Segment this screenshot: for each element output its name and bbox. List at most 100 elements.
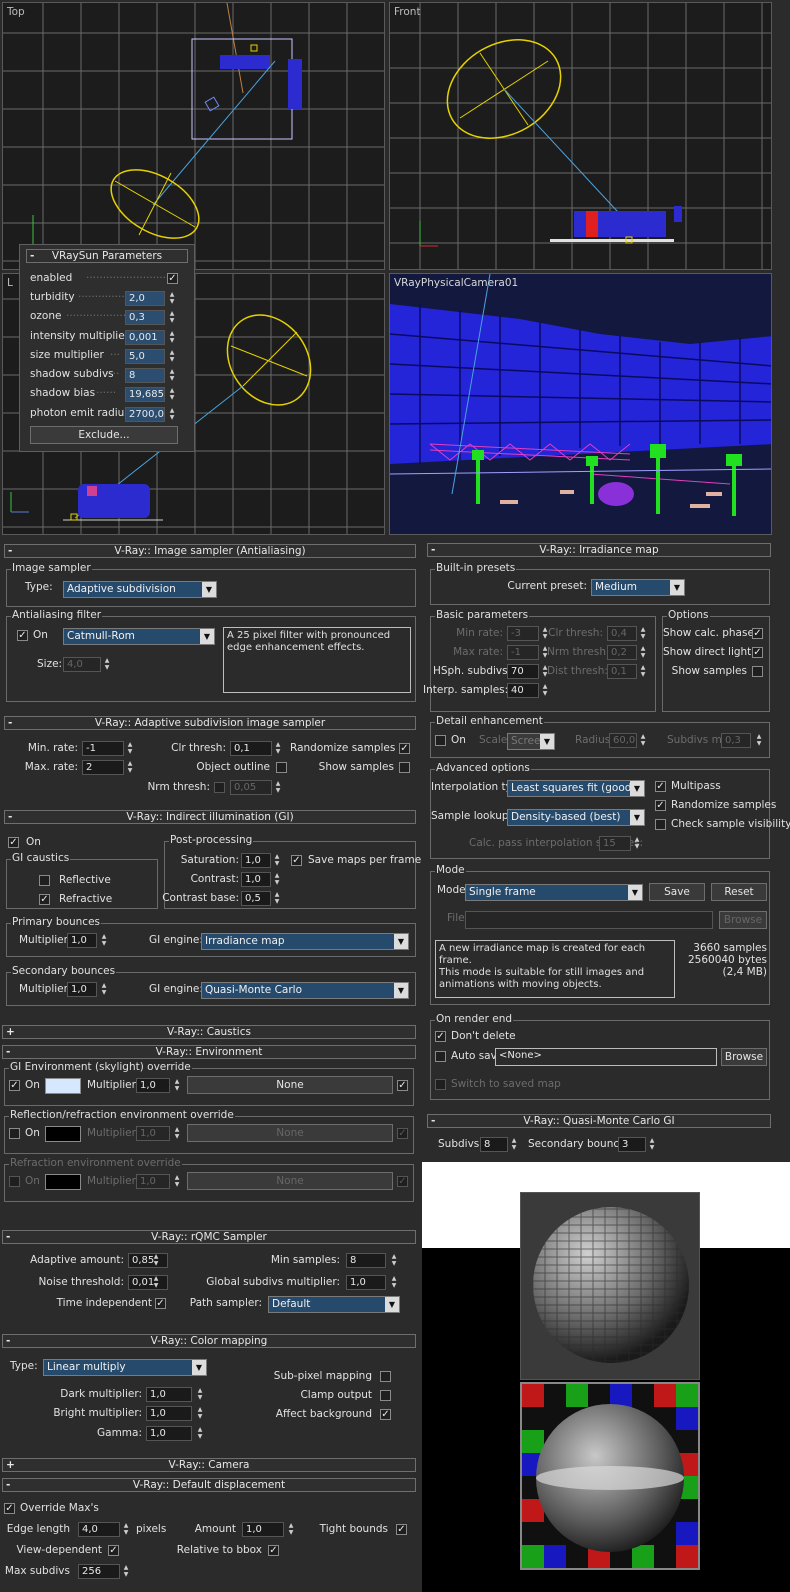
spinner-arrows-icon[interactable]: ▲ ▼ (173, 1174, 181, 1189)
spinner-arrows-icon[interactable]: ▲ ▼ (152, 1275, 160, 1290)
spinner-arrows-icon[interactable]: ▲ ▼ (100, 933, 108, 948)
reflective-checkbox[interactable] (39, 875, 50, 886)
intensity-multiplier-spinner[interactable]: 0,001 (125, 330, 165, 345)
nrm-thresh-checkbox[interactable] (214, 782, 225, 793)
primary-multiplier-spinner[interactable]: 1,0 (67, 933, 97, 948)
irr-randomize-checkbox[interactable]: ✓ (655, 800, 666, 811)
path-sampler-dropdown[interactable]: Default ▼ (268, 1296, 400, 1313)
show-calc-phase-checkbox[interactable]: ✓ (752, 628, 763, 639)
irradiance-map-header[interactable]: - V-Ray:: Irradiance map (427, 543, 771, 557)
override-max-checkbox[interactable]: ✓ (4, 1503, 15, 1514)
switch-saved-map-checkbox[interactable] (435, 1079, 446, 1090)
spinner-arrows-icon[interactable]: ▲ ▼ (755, 733, 763, 748)
spinner-arrows-icon[interactable]: ▲ ▼ (168, 330, 176, 345)
refr-env-map-checkbox[interactable]: ✓ (397, 1176, 408, 1187)
vraysun-header[interactable]: - VRaySun Parameters (26, 249, 188, 263)
refractive-checkbox[interactable]: ✓ (39, 894, 50, 905)
spinner-arrows-icon[interactable]: ▲ ▼ (100, 982, 108, 997)
max-rate-spinner[interactable]: -1 (507, 645, 539, 660)
adaptive-amount-spinner[interactable]: 0,85 (128, 1253, 168, 1268)
nrm-thresh-spinner[interactable]: 0,05 (230, 780, 272, 795)
exclude-button[interactable]: Exclude... (30, 426, 178, 444)
spinner-arrows-icon[interactable]: ▲ ▼ (196, 1406, 204, 1421)
color-mapping-type-dropdown[interactable]: Linear multiply ▼ (43, 1359, 207, 1376)
ozone-spinner[interactable]: 0,3 (125, 310, 165, 325)
primary-engine-dropdown[interactable]: Irradiance map ▼ (201, 933, 409, 950)
irr-dist-thresh-spinner[interactable]: 0,1 (607, 664, 637, 679)
spinner-arrows-icon[interactable]: ▲ ▼ (541, 683, 549, 698)
camera-header[interactable]: + V-Ray:: Camera (2, 1458, 416, 1472)
spinner-arrows-icon[interactable]: ▲ ▼ (168, 368, 176, 383)
auto-save-checkbox[interactable] (435, 1051, 446, 1062)
spinner-arrows-icon[interactable]: ▲ ▼ (168, 407, 176, 422)
gi-env-map-button[interactable]: None (187, 1076, 393, 1094)
irr-nrm-thresh-spinner[interactable]: 0,2 (607, 645, 637, 660)
reset-map-button[interactable]: Reset (711, 883, 767, 901)
detail-on-checkbox[interactable] (435, 735, 446, 746)
enabled-checkbox[interactable]: ✓ (167, 273, 178, 284)
detail-subdivs-mult-spinner[interactable]: 0,3 (721, 733, 751, 748)
refl-env-on-checkbox[interactable] (9, 1128, 20, 1139)
photon-emit-radius-spinner[interactable]: 2700,0 (125, 407, 165, 422)
save-map-button[interactable]: Save (649, 883, 705, 901)
aa-filter-on-checkbox[interactable]: ✓ (17, 630, 28, 641)
refl-env-color-swatch[interactable] (45, 1126, 81, 1142)
spinner-arrows-icon[interactable]: ▲ ▼ (274, 780, 282, 795)
viewport-camera[interactable]: VRayPhysicalCamera01 (389, 273, 772, 535)
contrast-base-spinner[interactable]: 0,5 (241, 891, 271, 906)
refr-env-map-button[interactable]: None (187, 1172, 393, 1190)
mode-dropdown[interactable]: Single frame ▼ (465, 884, 643, 901)
spinner-arrows-icon[interactable]: ▲ ▼ (633, 836, 641, 851)
global-subdivs-spinner[interactable]: 1,0 (346, 1275, 386, 1290)
affect-background-checkbox[interactable]: ✓ (380, 1409, 391, 1420)
contrast-spinner[interactable]: 1,0 (241, 872, 271, 887)
spinner-arrows-icon[interactable]: ▲ ▼ (639, 733, 647, 748)
viewport-top[interactable]: Top (2, 2, 385, 270)
secondary-engine-dropdown[interactable]: Quasi-Monte Carlo ▼ (201, 982, 409, 999)
dark-multiplier-spinner[interactable]: 1,0 (146, 1387, 192, 1402)
object-outline-checkbox[interactable] (276, 762, 287, 773)
spinner-arrows-icon[interactable]: ▲ ▼ (122, 1522, 130, 1537)
spinner-arrows-icon[interactable]: ▲ ▼ (173, 1126, 181, 1141)
secondary-multiplier-spinner[interactable]: 1,0 (67, 982, 97, 997)
spinner-arrows-icon[interactable]: ▲ ▼ (168, 349, 176, 364)
spinner-arrows-icon[interactable]: ▲ ▼ (639, 664, 647, 679)
min-samples-spinner[interactable]: 8 (346, 1253, 386, 1268)
spinner-arrows-icon[interactable]: ▲ ▼ (168, 387, 176, 402)
irr-clr-thresh-spinner[interactable]: 0,4 (607, 626, 637, 641)
spinner-arrows-icon[interactable]: ▲ ▼ (126, 741, 134, 756)
spinner-arrows-icon[interactable]: ▲ ▼ (168, 310, 176, 325)
noise-threshold-spinner[interactable]: 0,01 (128, 1275, 168, 1290)
gi-env-on-checkbox[interactable]: ✓ (9, 1080, 20, 1091)
browse-auto-save-button[interactable]: Browse (721, 1048, 767, 1066)
refr-env-on-checkbox[interactable] (9, 1176, 20, 1187)
view-dependent-checkbox[interactable]: ✓ (108, 1545, 119, 1556)
bright-multiplier-spinner[interactable]: 1,0 (146, 1406, 192, 1421)
interpolation-type-dropdown[interactable]: Least squares fit (good/smooth▼ (507, 780, 645, 797)
sample-lookup-dropdown[interactable]: Density-based (best) ▼ (507, 809, 645, 826)
min-rate-spinner[interactable]: -1 (82, 741, 124, 756)
spinner-arrows-icon[interactable]: ▲ ▼ (273, 891, 281, 906)
check-visibility-checkbox[interactable] (655, 819, 666, 830)
gi-env-multiplier-spinner[interactable]: 1,0 (136, 1078, 170, 1093)
show-direct-light-checkbox[interactable]: ✓ (752, 647, 763, 658)
caustics-header[interactable]: + V-Ray:: Caustics (2, 1025, 416, 1039)
spinner-arrows-icon[interactable]: ▲ ▼ (273, 853, 281, 868)
interp-samples-spinner[interactable]: 40 (507, 683, 539, 698)
dont-delete-checkbox[interactable]: ✓ (435, 1031, 446, 1042)
max-subdivs-spinner[interactable]: 256 (78, 1564, 120, 1579)
adaptive-subdivision-header[interactable]: - V-Ray:: Adaptive subdivision image samp… (4, 716, 416, 730)
rqmc-header[interactable]: - V-Ray:: rQMC Sampler (2, 1230, 416, 1244)
turbidity-spinner[interactable]: 2,0 (125, 291, 165, 306)
spinner-arrows-icon[interactable]: ▲ ▼ (126, 760, 134, 775)
clamp-output-checkbox[interactable] (380, 1390, 391, 1401)
calc-pass-spinner[interactable]: 15 (599, 836, 631, 851)
spinner-arrows-icon[interactable]: ▲ ▼ (390, 1253, 398, 1268)
gi-header[interactable]: - V-Ray:: Indirect illumination (GI) (4, 810, 416, 824)
show-samples-checkbox[interactable] (399, 762, 410, 773)
qmc-gi-header[interactable]: - V-Ray:: Quasi-Monte Carlo GI (427, 1114, 771, 1128)
subpixel-mapping-checkbox[interactable] (380, 1371, 391, 1382)
spinner-arrows-icon[interactable]: ▲ ▼ (510, 1137, 518, 1152)
shadow-bias-spinner[interactable]: 19,685 (125, 387, 165, 402)
refr-env-multiplier-spinner[interactable]: 1,0 (136, 1174, 170, 1189)
